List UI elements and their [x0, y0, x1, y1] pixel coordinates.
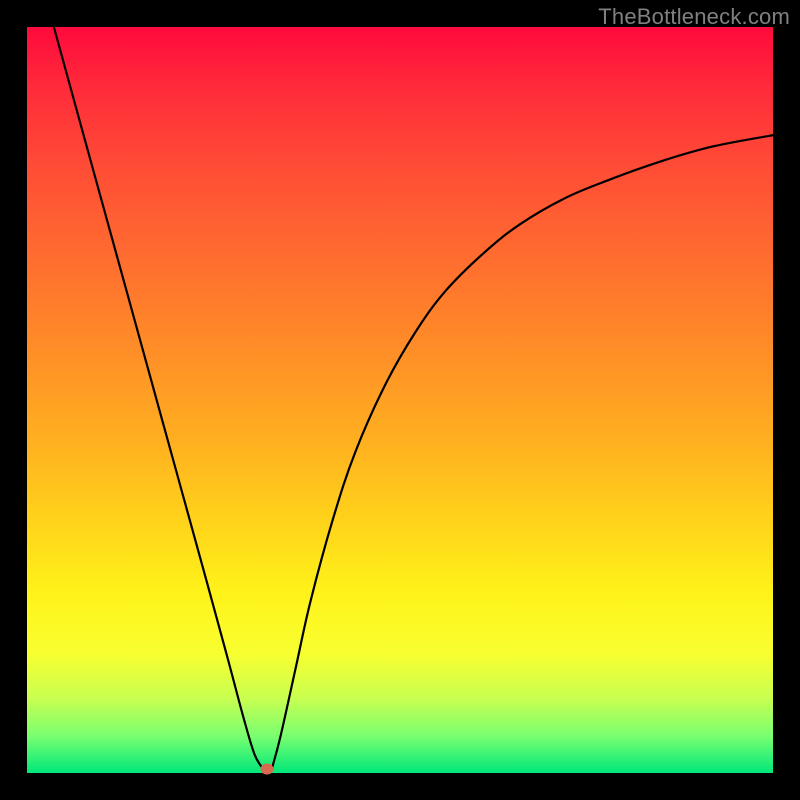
plot-area: [27, 27, 773, 773]
watermark-text: TheBottleneck.com: [598, 4, 790, 30]
bottleneck-curve: [27, 27, 773, 773]
curve-right-branch: [272, 135, 773, 769]
optimum-marker: [261, 764, 274, 775]
chart-frame: TheBottleneck.com: [0, 0, 800, 800]
curve-left-branch: [54, 27, 264, 769]
